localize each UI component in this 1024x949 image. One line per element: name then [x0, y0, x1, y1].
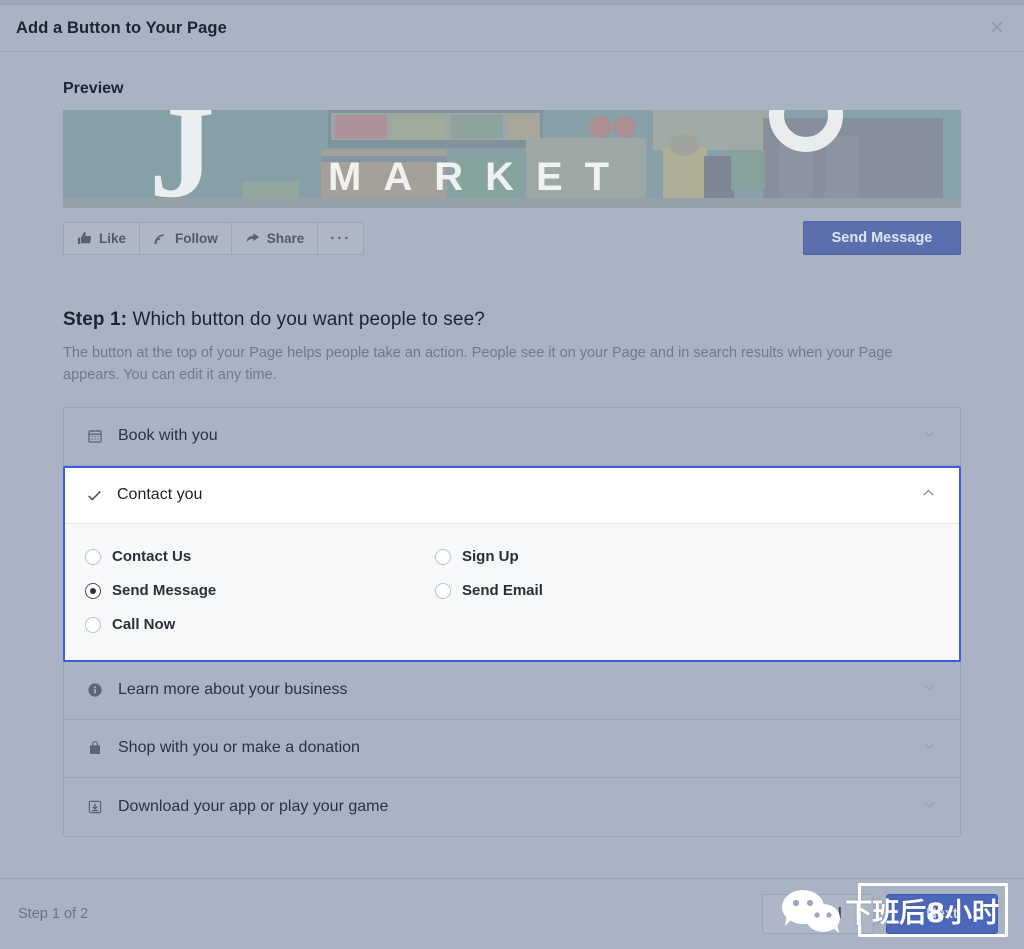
next-button[interactable]: Next	[886, 894, 998, 934]
radio-indicator[interactable]	[435, 583, 451, 599]
like-button[interactable]: Like	[64, 223, 140, 254]
rss-follow-icon	[153, 231, 168, 246]
page-button-group: Like Follow	[63, 222, 364, 255]
chevron-up-icon	[920, 484, 937, 506]
close-icon[interactable]: ✕	[984, 15, 1010, 41]
options-grid-spacer	[435, 608, 959, 642]
accordion-row-shop-or-donate[interactable]: Shop with you or make a donation	[64, 720, 960, 778]
modal-title: Add a Button to Your Page	[16, 19, 227, 38]
radio-indicator[interactable]	[85, 617, 101, 633]
modal-body: Preview J MARKET	[0, 52, 1024, 878]
step-question: Which button do you want people to see?	[132, 309, 484, 330]
chevron-down-icon	[921, 737, 938, 759]
radio-indicator[interactable]	[435, 549, 451, 565]
radio-label: Contact Us	[112, 548, 191, 565]
info-circle-icon	[86, 681, 104, 699]
like-button-label: Like	[99, 231, 126, 246]
radio-option-sign-up[interactable]: Sign Up	[435, 540, 959, 574]
share-button[interactable]: Share	[232, 223, 319, 254]
radio-option-send-email[interactable]: Send Email	[435, 574, 959, 608]
accordion-label: Contact you	[117, 486, 202, 504]
follow-button-label: Follow	[175, 231, 218, 246]
radio-label: Send Message	[112, 582, 216, 599]
accordion-label: Download your app or play your game	[118, 798, 388, 816]
cancel-button[interactable]: Cancel	[762, 894, 874, 934]
step-label: Step 1:	[63, 309, 127, 330]
radio-label: Send Email	[462, 582, 543, 599]
shopping-bag-icon	[86, 739, 104, 757]
accordion-item-contact-you: Contact you Contact Us	[63, 466, 961, 662]
accordion-label: Book with you	[118, 427, 218, 445]
radio-label: Call Now	[112, 616, 175, 633]
send-message-cta-button[interactable]: Send Message	[803, 221, 961, 255]
radio-option-call-now[interactable]: Call Now	[85, 608, 435, 642]
accordion-label: Learn more about your business	[118, 681, 347, 699]
page-cover-photo: J MARKET	[63, 110, 961, 208]
brand-initial: J	[149, 110, 215, 208]
radio-indicator[interactable]	[85, 549, 101, 565]
screenshot-root: Add a Button to Your Page ✕ Preview	[0, 0, 1024, 949]
share-button-label: Share	[267, 231, 305, 246]
footer-actions: Cancel Next	[762, 894, 998, 934]
calendar-icon	[86, 427, 104, 445]
brand-wordmark: MARKET	[328, 155, 631, 200]
chevron-down-icon	[921, 679, 938, 701]
ellipsis-icon: ···	[330, 231, 351, 246]
radio-option-contact-us[interactable]: Contact Us	[85, 540, 435, 574]
more-options-button[interactable]: ···	[318, 223, 363, 254]
chevron-down-icon	[921, 425, 938, 447]
accordion-row-contact-you[interactable]: Contact you	[65, 468, 959, 524]
step-heading: Step 1: Which button do you want people …	[63, 309, 961, 331]
button-category-accordion: Book with you	[63, 407, 961, 837]
modal-header: Add a Button to Your Page ✕	[0, 5, 1024, 52]
share-arrow-icon	[245, 231, 260, 246]
radio-indicator-selected[interactable]	[85, 583, 101, 599]
modal-footer: Step 1 of 2 Cancel Next	[0, 878, 1024, 949]
radio-label: Sign Up	[462, 548, 519, 565]
chevron-down-icon	[921, 796, 938, 818]
step-description: The button at the top of your Page helps…	[63, 342, 929, 387]
add-button-modal: Add a Button to Your Page ✕ Preview	[0, 5, 1024, 949]
check-icon	[85, 486, 103, 504]
preview-label: Preview	[63, 80, 961, 98]
page-action-bar: Like Follow	[63, 221, 961, 255]
contact-you-options-panel: Contact Us Send Message Call Now	[65, 524, 959, 660]
accordion-row-learn-more[interactable]: Learn more about your business	[64, 662, 960, 720]
thumbs-up-icon	[77, 231, 92, 246]
download-icon	[86, 798, 104, 816]
step-counter: Step 1 of 2	[18, 906, 88, 922]
accordion-row-book-with-you[interactable]: Book with you	[64, 408, 960, 466]
accordion-row-download-app[interactable]: Download your app or play your game	[64, 778, 960, 836]
follow-button[interactable]: Follow	[140, 223, 232, 254]
radio-option-send-message[interactable]: Send Message	[85, 574, 435, 608]
accordion-label: Shop with you or make a donation	[118, 739, 360, 757]
